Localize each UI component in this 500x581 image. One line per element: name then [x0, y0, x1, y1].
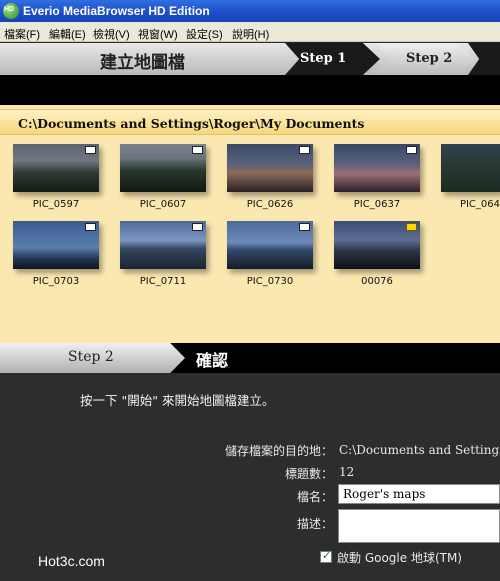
- menu-edit[interactable]: 編輯(E): [49, 26, 86, 42]
- menu-help[interactable]: 說明(H): [232, 26, 269, 42]
- confirm-title: 確認: [196, 351, 229, 370]
- thumbnail[interactable]: [13, 221, 99, 269]
- instruction-text: 按一下 "開始" 來開始地圖檔建立。: [80, 393, 275, 408]
- thumbnail[interactable]: [334, 144, 420, 192]
- title-count-value: 12: [339, 465, 355, 479]
- google-earth-label: 啟動 Google 地球(TM): [337, 551, 462, 565]
- app-icon: [3, 3, 19, 19]
- menu-window[interactable]: 視窗(W): [138, 26, 178, 42]
- menu-settings[interactable]: 設定(S): [186, 26, 223, 42]
- step2-label: Step 2: [406, 51, 453, 66]
- thumbnail-caption: PIC_0597: [32, 199, 80, 210]
- photo-icon: [85, 146, 96, 154]
- wizard-title: 建立地圖檔: [100, 53, 185, 73]
- thumbnail-caption: PIC_064: [459, 199, 500, 210]
- menu-bar: 檔案(F) 編輯(E) 檢視(V) 視窗(W) 設定(S) 說明(H): [0, 22, 500, 42]
- google-earth-checkbox[interactable]: [320, 549, 332, 563]
- photo-icon: [299, 146, 310, 154]
- photo-icon: [85, 223, 96, 231]
- thumbnail[interactable]: [13, 144, 99, 192]
- thumbnail-caption: PIC_0711: [139, 276, 187, 287]
- video-icon: [406, 223, 417, 231]
- thumbnail[interactable]: [227, 144, 313, 192]
- step2-label: Step 2: [68, 349, 114, 365]
- folder-path: C:\Documents and Settings\Roger\My Docum…: [18, 116, 365, 131]
- window-title: Everio MediaBrowser HD Edition: [23, 4, 210, 18]
- thumbnail-caption: PIC_0730: [246, 276, 294, 287]
- menu-view[interactable]: 檢視(V): [93, 26, 130, 42]
- thumbnail-caption: PIC_0637: [353, 199, 401, 210]
- description-field[interactable]: [338, 509, 500, 543]
- description-label: 描述：: [296, 517, 333, 531]
- title-count-label: 標題數：: [284, 467, 333, 481]
- photo-icon: [192, 223, 203, 231]
- watermark: Hot3c.com: [38, 553, 105, 569]
- photo-icon: [406, 146, 417, 154]
- step2-header: Step 2 確認: [0, 343, 500, 373]
- step-header: 建立地圖檔 Step 1 Step 2: [0, 43, 500, 75]
- step1-label: Step 1: [300, 51, 347, 66]
- thumbnail[interactable]: [227, 221, 313, 269]
- photo-icon: [299, 223, 310, 231]
- filename-label: 檔名：: [296, 490, 333, 504]
- thumbnail[interactable]: [120, 144, 206, 192]
- thumbnail[interactable]: [334, 221, 420, 269]
- destination-value: C:\Documents and Settings\R: [339, 443, 500, 457]
- destination-label: 儲存檔案的目的地：: [224, 444, 333, 458]
- header-band: [0, 75, 500, 105]
- thumbnail-caption: 00076: [361, 276, 393, 287]
- photo-icon: [192, 146, 203, 154]
- title-bar: Everio MediaBrowser HD Edition: [0, 0, 500, 22]
- folder-path-bar: C:\Documents and Settings\Roger\My Docum…: [0, 109, 500, 135]
- thumbnail-caption: PIC_0626: [246, 199, 294, 210]
- menu-file[interactable]: 檔案(F): [4, 26, 40, 42]
- thumbnail[interactable]: [441, 144, 500, 192]
- thumbnail-caption: PIC_0607: [139, 199, 187, 210]
- filename-field[interactable]: Roger's maps: [338, 484, 500, 504]
- thumbnail[interactable]: [120, 221, 206, 269]
- thumbnail-caption: PIC_0703: [32, 276, 80, 287]
